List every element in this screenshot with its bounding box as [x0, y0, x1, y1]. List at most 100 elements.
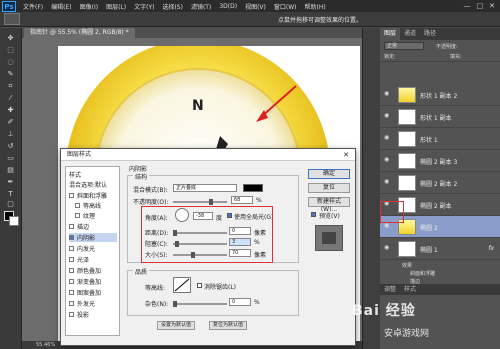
layer-row[interactable]: ◉ 椭圆 1 fx [380, 238, 500, 260]
opacity-slider[interactable] [173, 199, 227, 205]
lasso-tool-icon[interactable]: ◌ [4, 58, 17, 67]
style-item-drop-shadow[interactable]: 投影 [69, 310, 89, 319]
tab-paths[interactable]: 路径 [420, 28, 440, 40]
menu-image[interactable]: 图像(I) [76, 2, 102, 11]
document-tab[interactable]: 指南针 @ 55.5% (椭圆 2, RGB/8) * [24, 28, 135, 38]
checkbox[interactable] [69, 224, 74, 229]
current-tool-icon[interactable] [4, 13, 20, 25]
eye-icon[interactable]: ◉ [384, 157, 391, 163]
layer-row[interactable]: ◉ 形状 1 [380, 128, 500, 150]
style-item-pattern-overlay[interactable]: 图案叠加 [69, 288, 101, 297]
menu-type[interactable]: 文字(Y) [130, 2, 158, 11]
tab-channels[interactable]: 通道 [400, 28, 420, 40]
ok-button[interactable]: 确定 [308, 169, 350, 179]
slider-knob[interactable] [173, 301, 177, 307]
background-color-swatch[interactable] [9, 216, 19, 226]
menu-edit[interactable]: 编辑(E) [47, 2, 75, 11]
menu-select[interactable]: 选择(S) [158, 2, 187, 11]
tab-styles[interactable]: 样式 [400, 284, 420, 295]
contour-picker[interactable] [173, 277, 191, 293]
eraser-tool-icon[interactable]: ▭ [4, 154, 17, 163]
blend-mode-select[interactable]: 正常 [384, 42, 424, 50]
checkbox[interactable] [75, 213, 80, 218]
checkbox[interactable] [69, 312, 74, 317]
menu-3d[interactable]: 3D(D) [215, 3, 241, 10]
history-brush-tool-icon[interactable]: ↺ [4, 142, 17, 151]
shadow-color-swatch[interactable] [243, 184, 263, 192]
style-item-inner-glow[interactable]: 内发光 [69, 244, 95, 253]
cancel-button[interactable]: 复位 [308, 183, 350, 193]
eye-icon[interactable]: ◉ [384, 223, 391, 229]
layer-row[interactable]: ◉ 椭圆 2 副本 3 [380, 150, 500, 172]
fx-icon[interactable]: fx [488, 245, 494, 252]
shape-tool-icon[interactable]: ▢ [4, 200, 17, 209]
move-tool-icon[interactable]: ✥ [4, 34, 17, 43]
maximize-icon[interactable]: □ [477, 2, 484, 10]
fill-label: 填充: [450, 54, 462, 60]
checkbox[interactable] [69, 290, 74, 295]
type-tool-icon[interactable]: T [4, 190, 17, 199]
pen-tool-icon[interactable]: ✒ [4, 178, 17, 187]
marquee-tool-icon[interactable]: ⬚ [4, 46, 17, 55]
checkbox[interactable] [69, 279, 74, 284]
antialias-checkbox[interactable] [197, 283, 202, 288]
menu-filter[interactable]: 滤镜(T) [187, 2, 215, 11]
quick-select-tool-icon[interactable]: ✎ [4, 70, 17, 79]
close-icon[interactable]: ✕ [489, 2, 495, 10]
styles-header[interactable]: 样式 [69, 170, 81, 179]
noise-slider[interactable] [173, 301, 227, 307]
eye-icon[interactable]: ◉ [384, 91, 391, 97]
eyedropper-tool-icon[interactable]: ⁄ [4, 94, 17, 103]
style-item-satin[interactable]: 光泽 [69, 255, 89, 264]
menu-file[interactable]: 文件(F) [19, 2, 47, 11]
layer-row[interactable]: ◉ 形状 1 副本 2 [380, 84, 500, 106]
contour-label: 等高线: [145, 285, 166, 292]
style-label: 等高线 [83, 203, 102, 210]
style-item-texture[interactable]: 纹理 [75, 211, 95, 220]
stamp-tool-icon[interactable]: ⊥ [4, 130, 17, 139]
blend-mode-select[interactable]: 正片叠底 [173, 184, 237, 192]
gradient-tool-icon[interactable]: ▤ [4, 166, 17, 175]
eye-icon[interactable]: ◉ [384, 135, 391, 141]
style-item-gradient-overlay[interactable]: 渐变叠加 [69, 277, 101, 286]
checkbox[interactable] [69, 246, 74, 251]
slider-knob[interactable] [209, 199, 213, 205]
noise-input[interactable]: 0 [229, 298, 251, 306]
tab-layers[interactable]: 图层 [380, 28, 401, 40]
menu-window[interactable]: 窗口(W) [270, 2, 301, 11]
menu-layer[interactable]: 图层(L) [102, 2, 130, 11]
menu-help[interactable]: 帮助(H) [301, 2, 330, 11]
eye-icon[interactable]: ◉ [384, 113, 391, 119]
layer-row[interactable]: ◉ 形状 1 副本 [380, 106, 500, 128]
blend-options-item[interactable]: 混合选项:默认 [69, 180, 107, 189]
layer-row[interactable]: ◉ 椭圆 2 副本 2 [380, 172, 500, 194]
menu-view[interactable]: 视图(V) [241, 2, 270, 11]
style-item-color-overlay[interactable]: 颜色叠加 [69, 266, 101, 275]
checkbox[interactable] [69, 257, 74, 262]
checkbox[interactable] [75, 203, 80, 208]
minimize-icon[interactable]: — [464, 2, 471, 10]
reset-default-button[interactable]: 复位为默认值 [209, 321, 248, 330]
checkbox[interactable] [69, 301, 74, 306]
tab-adjustments[interactable]: 调整 [380, 284, 400, 295]
effect-item[interactable]: 斜面和浮雕 [410, 270, 435, 277]
checkbox-checked[interactable] [69, 235, 74, 240]
style-item-bevel[interactable]: 斜面和浮雕 [69, 191, 107, 200]
style-label: 内阴影 [77, 235, 96, 242]
make-default-button[interactable]: 设置为默认值 [157, 321, 196, 330]
close-icon[interactable]: ✕ [343, 149, 349, 161]
checkbox[interactable] [69, 193, 74, 198]
healing-tool-icon[interactable]: ✚ [4, 106, 17, 115]
style-item-stroke[interactable]: 描边 [69, 222, 89, 231]
checkbox[interactable] [69, 268, 74, 273]
eye-icon[interactable]: ◉ [384, 245, 391, 251]
brush-tool-icon[interactable]: ✐ [4, 118, 17, 127]
preview-checkbox[interactable] [311, 212, 316, 217]
eye-icon[interactable]: ◉ [384, 179, 391, 185]
style-item-inner-shadow[interactable]: 内阴影 [69, 233, 117, 242]
style-item-contour[interactable]: 等高线 [75, 201, 101, 210]
opacity-input[interactable]: 68 [231, 196, 253, 204]
new-style-button[interactable]: 新建样式(W)... [308, 197, 350, 213]
style-item-outer-glow[interactable]: 外发光 [69, 299, 95, 308]
crop-tool-icon[interactable]: ⌗ [4, 82, 17, 91]
